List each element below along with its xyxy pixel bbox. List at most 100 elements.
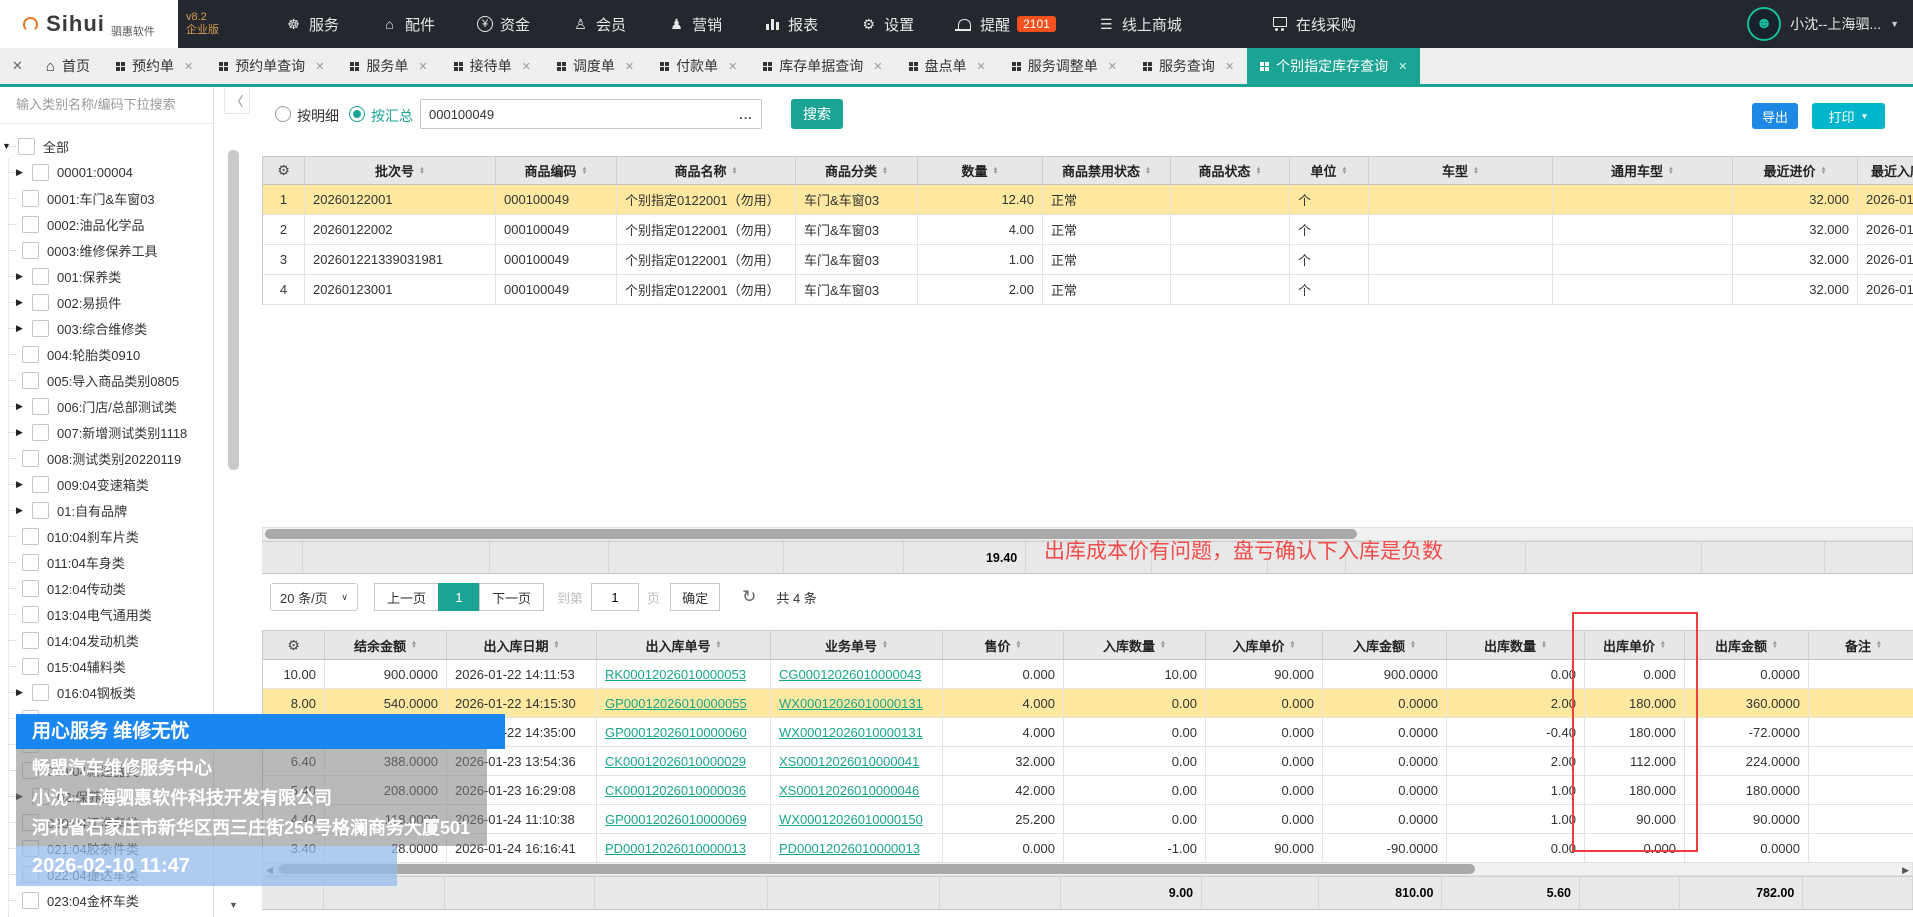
document-link[interactable]: XS00012026010000041: [779, 754, 919, 769]
close-icon[interactable]: ✕: [1108, 60, 1117, 73]
tree-checkbox[interactable]: [22, 892, 39, 909]
sort-icon[interactable]: ▲▼: [1821, 167, 1827, 175]
current-page-button[interactable]: 1: [438, 583, 480, 611]
sort-icon[interactable]: ▲▼: [1290, 641, 1296, 649]
tab-库存单据查询[interactable]: 库存单据查询✕: [750, 48, 895, 84]
column-header[interactable]: 单位▲▼: [1290, 157, 1369, 185]
document-link[interactable]: WX00012026010000150: [779, 812, 923, 827]
close-icon[interactable]: ✕: [522, 60, 531, 73]
tree-item[interactable]: 004:轮胎类0910: [0, 341, 235, 367]
tree-checkbox[interactable]: [32, 294, 49, 311]
tree-item[interactable]: ▶007:新增测试类别1118: [0, 419, 229, 445]
menu-item-settings[interactable]: ⚙设置: [860, 14, 914, 35]
tree-checkbox[interactable]: [22, 554, 39, 571]
column-header[interactable]: 结余金额▲▼: [325, 631, 447, 660]
tree-item[interactable]: ▶ 006:门店/总部测试类: [0, 393, 229, 419]
sort-icon[interactable]: ▲▼: [411, 641, 417, 649]
sort-icon[interactable]: ▲▼: [1342, 167, 1348, 175]
tree-item-label[interactable]: 0001:车门&车窗03: [47, 189, 155, 208]
tree-item-label[interactable]: 015:04辅料类: [47, 657, 126, 676]
column-header[interactable]: 商品分类▲▼: [796, 157, 918, 185]
table-row[interactable]: 3202601221339031981000100049个别指定0122001（…: [263, 245, 1913, 275]
tree-checkbox[interactable]: [32, 320, 49, 337]
tree-item-label[interactable]: 011:04车身类: [47, 553, 125, 572]
column-header[interactable]: 出入库日期▲▼: [447, 631, 597, 660]
tree-checkbox[interactable]: [22, 658, 39, 675]
tree-item-label[interactable]: 009:04变速箱类: [57, 475, 149, 494]
scrollbar-thumb[interactable]: [279, 864, 1475, 874]
tree-item-label[interactable]: 01:自有品牌: [57, 501, 127, 520]
tree-item-label[interactable]: 005:导入商品类别0805: [47, 371, 179, 390]
print-button[interactable]: 打印 ▼: [1812, 103, 1885, 129]
close-icon[interactable]: ✕: [977, 60, 986, 73]
sort-icon[interactable]: ▲▼: [1145, 167, 1151, 175]
tree-item-label[interactable]: 004:轮胎类0910: [47, 345, 140, 364]
sidebar-scrollbar[interactable]: [228, 150, 239, 470]
tree-checkbox[interactable]: [22, 242, 39, 259]
tree-item-label[interactable]: 008:测试类别20220119: [47, 449, 181, 468]
sort-icon[interactable]: ▲▼: [1256, 167, 1262, 175]
tab-付款单[interactable]: 付款单✕: [647, 48, 750, 84]
column-header[interactable]: 车型▲▼: [1369, 157, 1553, 185]
close-icon[interactable]: ✕: [1398, 60, 1407, 73]
tree-checkbox[interactable]: [22, 528, 39, 545]
close-icon[interactable]: ✕: [728, 60, 737, 73]
tab-服务调整单[interactable]: 服务调整单✕: [999, 48, 1130, 84]
expand-arrow-icon[interactable]: ▶: [16, 401, 26, 412]
tree-checkbox[interactable]: [22, 216, 39, 233]
column-header[interactable]: 商品状态▲▼: [1171, 157, 1290, 185]
category-search-input[interactable]: 输入类别名称/编码下拉搜索: [0, 87, 213, 124]
document-link[interactable]: CG00012026010000043: [779, 667, 921, 682]
bottom-table-hscrollbar[interactable]: ◀ ▶: [262, 862, 1913, 876]
column-header[interactable]: 商品编码▲▼: [496, 157, 617, 185]
tree-checkbox[interactable]: [22, 580, 39, 597]
close-icon[interactable]: ✕: [1225, 60, 1234, 73]
column-header[interactable]: 业务单号▲▼: [771, 631, 943, 660]
tree-item[interactable]: ▶001:保养类: [0, 263, 229, 289]
tree-checkbox[interactable]: [22, 372, 39, 389]
table-row[interactable]: 420260123001000100049个别指定0122001（勿用）车门&车…: [263, 275, 1913, 305]
tree-checkbox[interactable]: [32, 268, 49, 285]
sort-icon[interactable]: ▲▼: [1876, 641, 1882, 649]
close-icon[interactable]: ✕: [625, 60, 634, 73]
tab-调度单[interactable]: 调度单✕: [544, 48, 647, 84]
tab-预约单查询[interactable]: 预约单查询✕: [206, 48, 337, 84]
menu-item-menu[interactable]: ☰线上商城: [1098, 14, 1182, 35]
tree-item-label[interactable]: 006:门店/总部测试类: [57, 397, 177, 416]
sort-icon[interactable]: ▲▼: [419, 167, 425, 175]
prev-page-button[interactable]: 上一页: [374, 583, 439, 611]
sort-icon[interactable]: ▲▼: [1772, 641, 1778, 649]
sidebar-collapse-button[interactable]: 〈: [224, 87, 250, 114]
sort-icon[interactable]: ▲▼: [1668, 167, 1674, 175]
sort-icon[interactable]: ▲▼: [1541, 641, 1547, 649]
tree-checkbox[interactable]: [32, 164, 49, 181]
sort-icon[interactable]: ▲▼: [882, 641, 888, 649]
menu-item-report[interactable]: 报表: [764, 14, 818, 35]
column-header[interactable]: 商品禁用状态▲▼: [1043, 157, 1171, 185]
radio-by-detail[interactable]: [275, 106, 291, 122]
tree-item[interactable]: 005:导入商品类别0805: [0, 367, 235, 393]
document-link[interactable]: GP00012026010000069: [605, 812, 747, 827]
tab-服务查询[interactable]: 服务查询✕: [1130, 48, 1247, 84]
tree-item[interactable]: 012:04传动类: [0, 575, 235, 601]
tree-checkbox[interactable]: [32, 398, 49, 415]
tree-item[interactable]: ▶016:04钢板类: [0, 679, 229, 705]
search-button[interactable]: 搜索: [791, 99, 843, 129]
expand-arrow-icon[interactable]: ▶: [16, 427, 26, 438]
tab-个别指定库存查询[interactable]: 个别指定库存查询✕: [1247, 48, 1420, 84]
expand-arrow-icon[interactable]: ▶: [16, 271, 26, 282]
goto-page-input[interactable]: [591, 583, 639, 611]
scroll-right-icon[interactable]: ▶: [1902, 863, 1909, 877]
expand-arrow-icon[interactable]: ▶: [16, 323, 26, 334]
close-icon[interactable]: ✕: [184, 60, 193, 73]
document-link[interactable]: GP00012026010000055: [605, 696, 747, 711]
document-link[interactable]: WX00012026010000131: [779, 696, 923, 711]
table-row[interactable]: 220260122002000100049个别指定0122001（勿用）车门&车…: [263, 215, 1913, 245]
radio-by-summary[interactable]: [349, 106, 365, 122]
radio-by-detail-label[interactable]: 按明细: [297, 106, 339, 126]
tree-item[interactable]: 013:04电气通用类: [0, 601, 235, 627]
expand-arrow-icon[interactable]: ▶: [16, 297, 26, 308]
tree-item[interactable]: ▶00001:00004: [0, 159, 229, 185]
radio-by-summary-label[interactable]: 按汇总: [371, 106, 413, 126]
tree-item[interactable]: 0003:维修保养工具: [0, 237, 235, 263]
